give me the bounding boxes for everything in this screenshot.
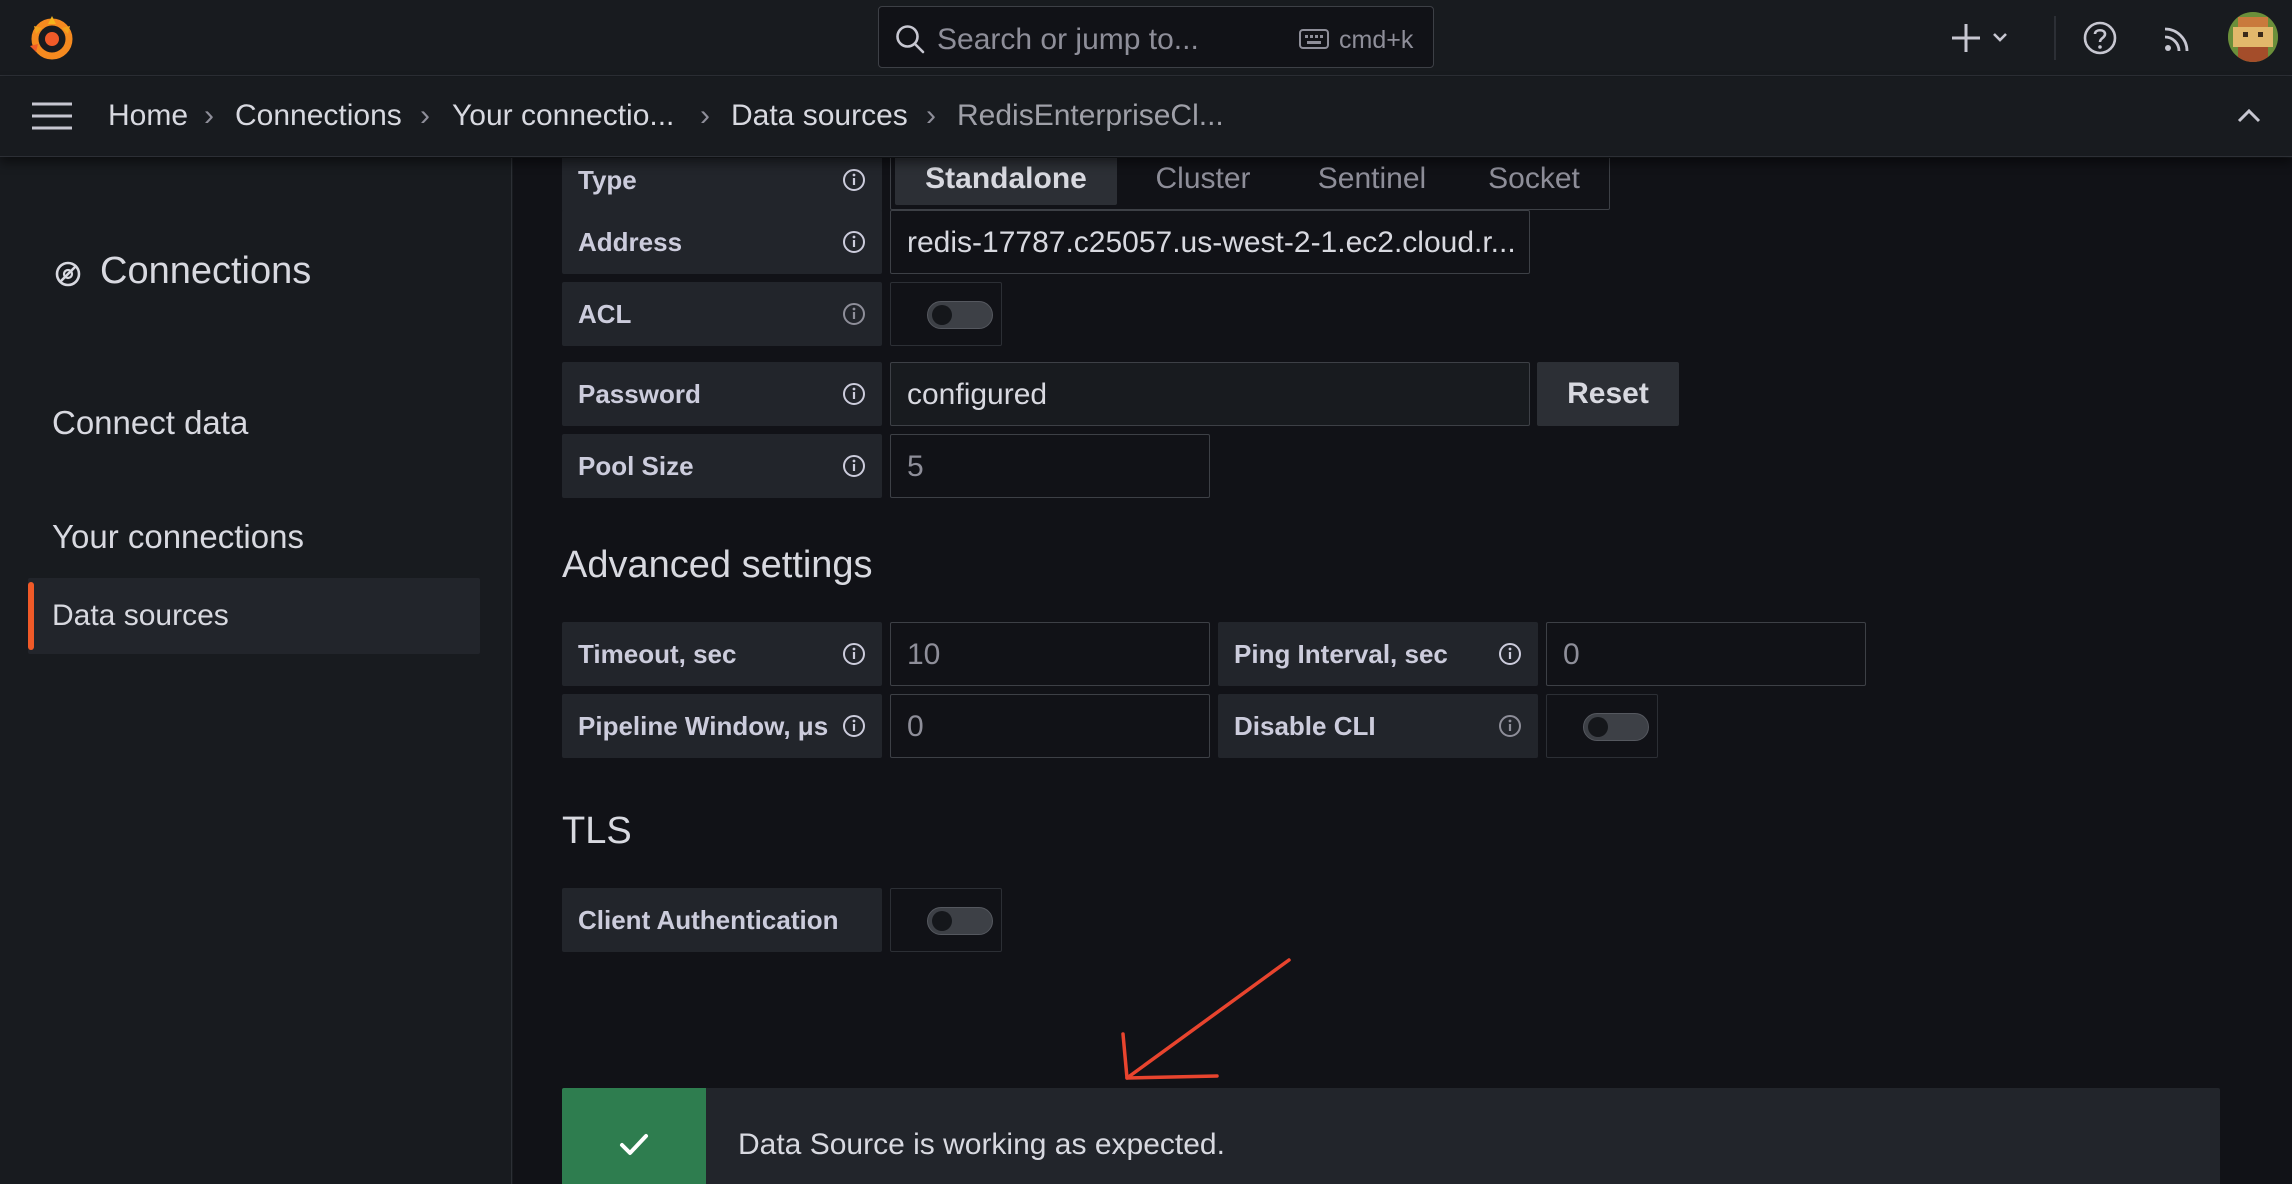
info-icon[interactable] <box>1498 714 1522 738</box>
client-auth-label-text: Client Authentication <box>578 905 839 935</box>
toggle-knob <box>932 305 952 325</box>
client-auth-switch-container <box>890 888 1002 952</box>
search-bar[interactable]: Search or jump to... cmd+k <box>878 6 1434 68</box>
alert-message: Data Source is working as expected. <box>738 1128 1225 1161</box>
rss-news-icon[interactable] <box>2160 20 2196 56</box>
info-icon[interactable] <box>842 382 866 406</box>
info-icon[interactable] <box>1498 642 1522 666</box>
breadcrumb-connections[interactable]: Connections <box>235 99 402 133</box>
disable-cli-label-text: Disable CLI <box>1234 711 1376 741</box>
connections-icon <box>52 258 84 290</box>
client-auth-toggle[interactable] <box>927 907 993 935</box>
timeout-label: Timeout, sec <box>562 622 882 686</box>
acl-label: ACL <box>562 282 882 346</box>
topbar-divider <box>2054 16 2056 60</box>
timeout-input[interactable]: 10 <box>890 622 1210 686</box>
timeout-label-text: Timeout, sec <box>578 639 737 669</box>
sidebar-item-connect-data[interactable]: Connect data <box>52 404 248 442</box>
info-icon[interactable] <box>842 230 866 254</box>
top-bar: Search or jump to... cmd+k <box>0 0 2292 76</box>
pipeline-window-input[interactable]: 0 <box>890 694 1210 758</box>
grafana-logo-icon[interactable] <box>26 12 78 64</box>
type-option-socket[interactable]: Socket <box>1461 158 1607 205</box>
sidebar-item-label: Data sources <box>52 599 229 632</box>
address-value: redis-17787.c25057.us-west-2-1.ec2.cloud… <box>907 226 1516 259</box>
disable-cli-switch-container <box>1546 694 1658 758</box>
client-auth-label: Client Authentication <box>562 888 882 952</box>
sidebar-item-data-sources[interactable]: Data sources <box>28 578 480 654</box>
type-label-text: Type <box>578 165 637 195</box>
toggle-knob <box>932 911 952 931</box>
chevron-right-icon: › <box>926 99 936 132</box>
info-icon[interactable] <box>842 714 866 738</box>
breadcrumb-current: RedisEnterpriseCl... <box>957 99 1224 132</box>
ping-interval-label: Ping Interval, sec <box>1218 622 1538 686</box>
success-alert: Data Source is working as expected. <box>562 1088 2220 1184</box>
ping-interval-placeholder: 0 <box>1563 638 1580 671</box>
acl-label-text: ACL <box>578 299 632 329</box>
chevron-right-icon: › <box>420 99 430 132</box>
password-reset-button[interactable]: Reset <box>1537 362 1679 426</box>
ping-interval-input[interactable]: 0 <box>1546 622 1866 686</box>
info-icon[interactable] <box>842 302 866 326</box>
acl-switch-container <box>890 282 1002 346</box>
ping-interval-label-text: Ping Interval, sec <box>1234 639 1448 669</box>
address-label: Address <box>562 210 882 274</box>
type-label: Type <box>562 158 882 212</box>
advanced-settings-heading: Advanced settings <box>562 544 873 586</box>
pool-size-label: Pool Size <box>562 434 882 498</box>
chevron-right-icon: › <box>700 99 710 132</box>
breadcrumb-your-connections[interactable]: Your connectio... <box>452 99 674 133</box>
password-label-text: Password <box>578 379 701 409</box>
pool-size-placeholder: 5 <box>907 450 924 483</box>
menu-icon[interactable] <box>32 101 72 131</box>
search-shortcut: cmd+k <box>1339 26 1414 54</box>
pipeline-window-label-text: Pipeline Window, μs <box>578 711 829 741</box>
keyboard-icon <box>1299 29 1329 49</box>
disable-cli-toggle[interactable] <box>1583 713 1649 741</box>
alert-status-box <box>562 1088 706 1184</box>
sidebar-item-your-connections[interactable]: Your connections <box>52 518 304 556</box>
check-icon <box>620 1134 648 1155</box>
address-input[interactable]: redis-17787.c25057.us-west-2-1.ec2.cloud… <box>890 210 1530 274</box>
timeout-placeholder: 10 <box>907 638 941 671</box>
type-option-sentinel[interactable]: Sentinel <box>1287 158 1457 205</box>
new-menu-button[interactable] <box>1950 14 2022 62</box>
sidebar-title: Connections <box>100 250 312 292</box>
active-indicator <box>28 582 34 650</box>
acl-toggle[interactable] <box>927 301 993 329</box>
pipeline-window-label: Pipeline Window, μs <box>562 694 882 758</box>
help-icon[interactable] <box>2082 20 2118 56</box>
tls-heading: TLS <box>562 810 632 852</box>
address-label-text: Address <box>578 227 683 257</box>
type-option-cluster[interactable]: Cluster <box>1123 158 1283 205</box>
password-value: configured <box>907 378 1048 411</box>
disable-cli-label: Disable CLI <box>1218 694 1538 758</box>
info-icon[interactable] <box>842 454 866 478</box>
breadcrumb-bar: Home › Connections › Your connectio... ›… <box>0 77 2292 157</box>
password-label: Password <box>562 362 882 426</box>
chevron-up-icon[interactable] <box>2236 105 2262 127</box>
toggle-knob <box>1588 717 1608 737</box>
info-icon[interactable] <box>842 168 866 192</box>
search-icon <box>895 24 925 54</box>
type-option-standalone[interactable]: Standalone <box>895 158 1117 205</box>
sidebar: Connections Connect data Your connection… <box>0 158 512 1184</box>
info-icon[interactable] <box>842 642 866 666</box>
pool-size-input[interactable]: 5 <box>890 434 1210 498</box>
user-avatar[interactable] <box>2228 12 2278 62</box>
type-radio-group: Standalone Cluster Sentinel Socket <box>890 158 1610 210</box>
annotation-arrow <box>1109 956 1309 1086</box>
breadcrumb-home[interactable]: Home <box>108 99 188 133</box>
search-placeholder: Search or jump to... <box>937 23 1199 56</box>
password-input: configured <box>890 362 1530 426</box>
chevron-right-icon: › <box>204 99 214 132</box>
pool-size-label-text: Pool Size <box>578 451 694 481</box>
main-content: Type Standalone Cluster Sentinel Socket … <box>513 158 2292 1184</box>
breadcrumb-data-sources[interactable]: Data sources <box>731 99 908 133</box>
pipeline-window-placeholder: 0 <box>907 710 924 743</box>
